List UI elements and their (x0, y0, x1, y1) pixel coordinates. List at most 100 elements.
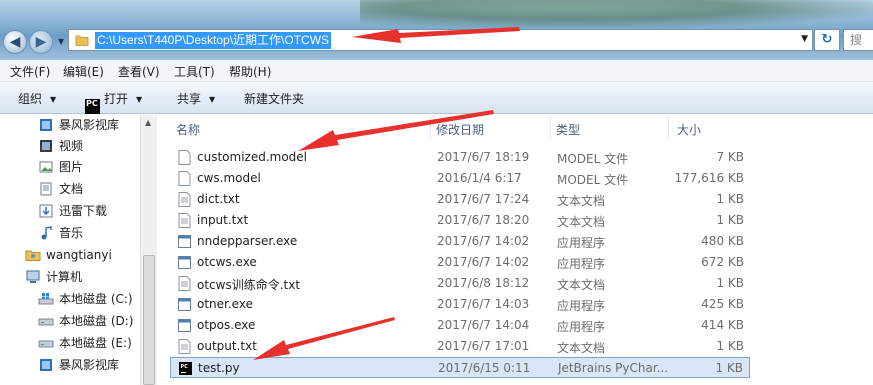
open-button[interactable]: PC 打开 ▼ (85, 90, 142, 114)
back-button[interactable]: ◀ (3, 30, 27, 54)
file-type: 文本文档 (557, 278, 606, 292)
video-library-icon (38, 357, 54, 373)
file-name: nndepparser.exe (197, 234, 298, 248)
column-size[interactable]: 大小 (677, 121, 701, 138)
chevron-down-icon: ▼ (50, 95, 57, 104)
file-size: 1 KB (716, 276, 744, 290)
column-name[interactable]: 名称 (176, 121, 200, 138)
column-divider[interactable] (668, 117, 669, 139)
search-input[interactable]: 搜 (843, 29, 873, 51)
file-row[interactable]: nndepparser.exe 2017/6/7 14:02 应用程序 480 KB (170, 231, 750, 252)
file-date: 2017/6/7 14:03 (437, 297, 530, 311)
scroll-up-icon[interactable]: ▲ (145, 118, 151, 127)
nav-item[interactable]: 本地磁盘 (D:) (38, 311, 133, 331)
chevron-down-icon: ▼ (209, 95, 216, 104)
file-name: test.py (198, 361, 240, 375)
file-size: 1 KB (716, 213, 744, 227)
menu-edit[interactable]: 编辑(E) (63, 63, 104, 80)
file-size: 425 KB (701, 297, 744, 311)
new-folder-button[interactable]: 新建文件夹 (244, 90, 304, 107)
column-date[interactable]: 修改日期 (436, 121, 484, 138)
file-type: JetBrains PyChar... (558, 361, 669, 375)
share-button[interactable]: 共享 ▼ (177, 90, 215, 107)
file-type: 应用程序 (557, 299, 606, 313)
nav-item[interactable]: 暴风影视库 (38, 355, 119, 375)
pycharm-icon: PC (179, 361, 192, 376)
nav-item-label: 文档 (59, 182, 84, 196)
nav-item[interactable]: 本地磁盘 (E:) (38, 333, 132, 353)
download-icon (38, 203, 54, 219)
file-row[interactable]: otcws训练命令.txt 2017/6/8 18:12 文本文档 1 KB (170, 273, 750, 294)
forward-arrow-icon: ▶ (35, 34, 47, 50)
column-divider[interactable] (550, 117, 551, 139)
back-arrow-icon: ◀ (9, 34, 21, 50)
file-date: 2017/6/7 18:20 (437, 213, 530, 227)
recent-pages-button[interactable]: ▼ (58, 37, 64, 46)
file-name: customized.model (197, 150, 308, 164)
nav-item[interactable]: 本地磁盘 (C:) (38, 289, 133, 309)
user-folder-icon (25, 247, 41, 263)
nav-item[interactable]: 图片 (38, 157, 83, 177)
background-tree (360, 0, 873, 28)
file-row[interactable]: input.txt 2017/6/7 18:20 文本文档 1 KB (170, 210, 750, 231)
text-file-icon (178, 192, 191, 207)
nav-item-label: 本地磁盘 (E:) (59, 336, 132, 350)
video-icon (38, 138, 54, 154)
file-size: 1 KB (716, 192, 744, 206)
menu-tools[interactable]: 工具(T) (174, 63, 215, 80)
file-date: 2017/6/7 17:24 (437, 192, 530, 206)
nav-scrollbar[interactable]: ▲ (140, 115, 157, 385)
nav-item[interactable]: wangtianyi (25, 245, 112, 265)
file-row[interactable]: output.txt 2017/6/7 17:01 文本文档 1 KB (170, 336, 750, 357)
file-row[interactable]: otcws.exe 2017/6/7 14:02 应用程序 672 KB (170, 252, 750, 273)
file-name: otner.exe (197, 297, 253, 311)
exe-icon (178, 234, 191, 249)
music-icon (38, 225, 54, 241)
file-row[interactable]: otner.exe 2017/6/7 14:03 应用程序 425 KB (170, 294, 750, 315)
address-bar[interactable]: C:\Users\T440P\Desktop\近期工作\OTCWS ▼ (68, 29, 813, 51)
scrollbar-thumb[interactable] (143, 255, 155, 385)
file-row[interactable]: customized.model 2017/6/7 18:19 MODEL 文件 7 … (170, 147, 750, 168)
file-type: 应用程序 (557, 236, 606, 250)
chevron-down-icon: ▼ (58, 37, 65, 46)
file-row[interactable]: dict.txt 2017/6/7 17:24 文本文档 1 KB (170, 189, 750, 210)
menu-view[interactable]: 查看(V) (118, 63, 160, 80)
nav-item[interactable]: 音乐 (38, 223, 83, 243)
nav-item[interactable]: 视频 (38, 136, 83, 156)
chevron-down-icon: ▼ (136, 95, 143, 104)
forward-button[interactable]: ▶ (29, 30, 53, 54)
refresh-button[interactable]: ↻ (814, 29, 840, 51)
address-path[interactable]: C:\Users\T440P\Desktop\近期工作\OTCWS (95, 32, 332, 49)
text-file-icon (178, 276, 191, 291)
navigation-pane: 暴风影视库 视频 图片 文档 迅雷下载 音乐 wangtianyi 计算机 本地磁盘 (C:) 本… (0, 115, 157, 385)
file-type: 文本文档 (557, 341, 606, 355)
nav-item[interactable]: 计算机 (25, 267, 82, 287)
menu-help[interactable]: 帮助(H) (229, 63, 271, 80)
file-row[interactable]: cws.model 2016/1/4 6:17 MODEL 文件 177,616 KB (170, 168, 750, 189)
file-type: MODEL 文件 (557, 152, 629, 166)
svg-text:PC: PC (181, 364, 189, 370)
file-row[interactable]: otpos.exe 2017/6/7 14:04 应用程序 414 KB (170, 315, 750, 336)
nav-item-label: 图片 (59, 160, 84, 174)
nav-item-label: 本地磁盘 (D:) (59, 314, 134, 328)
column-divider[interactable] (430, 117, 431, 139)
nav-item[interactable]: 迅雷下载 (38, 201, 107, 221)
menu-file[interactable]: 文件(F) (10, 63, 50, 80)
organize-button[interactable]: 组织 ▼ (18, 90, 56, 107)
nav-item[interactable]: 暴风影视库 (38, 115, 119, 135)
drive-icon (38, 335, 54, 351)
exe-icon (178, 318, 191, 333)
organize-label: 组织 (18, 92, 43, 106)
menu-bar: 文件(F) 编辑(E) 查看(V) 工具(T) 帮助(H) (0, 60, 873, 82)
column-type[interactable]: 类型 (556, 121, 580, 138)
file-icon (178, 150, 191, 165)
documents-icon (38, 181, 54, 197)
file-name: otpos.exe (197, 318, 256, 332)
text-file-icon (178, 213, 191, 228)
file-type: 文本文档 (557, 194, 606, 208)
file-name: dict.txt (197, 192, 240, 206)
drive-icon (38, 313, 54, 329)
file-row[interactable]: PC test.py 2017/6/15 0:11 JetBrains PyChar.… (170, 357, 750, 378)
nav-item[interactable]: 文档 (38, 179, 83, 199)
address-dropdown-icon[interactable]: ▼ (801, 34, 808, 44)
